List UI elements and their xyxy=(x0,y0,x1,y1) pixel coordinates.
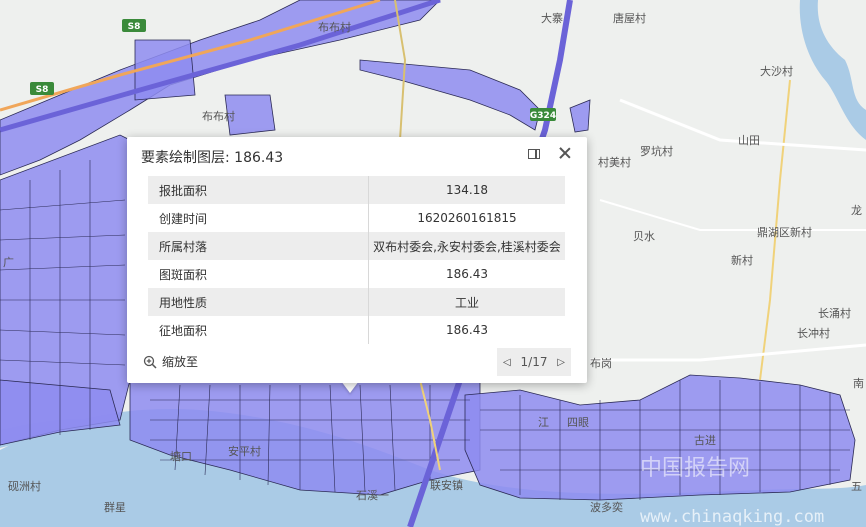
pager-text: 1/17 xyxy=(520,355,548,369)
table-row: 创建时间 1620260161815 xyxy=(148,204,565,232)
attr-key: 征地面积 xyxy=(148,316,369,344)
svg-text:布布村: 布布村 xyxy=(318,20,351,34)
svg-text:S8: S8 xyxy=(128,22,141,32)
attribute-table: 报批面积 134.18 创建时间 1620260161815 所属村落 双布村委会,永… xyxy=(148,176,565,344)
table-row: 所属村落 双布村委会,永安村委会,桂溪村委会 xyxy=(148,232,565,260)
attr-value: 1620260161815 xyxy=(417,211,517,225)
feature-pager: ◁ 1/17 ▷ xyxy=(497,348,571,376)
svg-text:群星: 群星 xyxy=(104,500,126,514)
svg-text:鼎湖区新村: 鼎湖区新村 xyxy=(757,225,812,239)
svg-text:南: 南 xyxy=(853,377,864,390)
svg-text:砚洲村: 砚洲村 xyxy=(8,479,41,493)
table-row: 图斑面积 186.43 xyxy=(148,260,565,288)
table-row: 征地面积 186.43 xyxy=(148,316,565,344)
svg-text:S8: S8 xyxy=(36,85,49,95)
attr-key: 报批面积 xyxy=(148,176,369,204)
svg-text:安平村: 安平村 xyxy=(228,444,261,458)
svg-text:龙: 龙 xyxy=(851,204,862,217)
attr-value: 双布村委会,永安村委会,桂溪村委会 xyxy=(368,232,565,260)
road-shield-g324: G324 xyxy=(530,108,556,121)
svg-text:山田: 山田 xyxy=(738,134,760,147)
maximize-icon[interactable] xyxy=(528,149,540,159)
watermark: 中国报告网 xyxy=(640,456,750,481)
svg-text:G324: G324 xyxy=(530,111,556,121)
zoom-in-icon xyxy=(143,355,157,369)
attr-key: 图斑面积 xyxy=(148,260,369,288)
attr-key: 创建时间 xyxy=(148,204,369,232)
svg-text:五: 五 xyxy=(851,480,862,493)
road-shield-s8-top: S8 xyxy=(122,19,146,32)
zoom-to-label: 缩放至 xyxy=(162,355,199,369)
svg-text:罗坑村: 罗坑村 xyxy=(640,144,673,158)
svg-text:唐屋村: 唐屋村 xyxy=(613,11,646,25)
next-feature-icon[interactable]: ▷ xyxy=(557,357,565,368)
road-shield-s8-left: S8 xyxy=(30,82,54,95)
attr-value: 186.43 xyxy=(446,267,488,281)
svg-text:大寨: 大寨 xyxy=(541,11,563,25)
attr-value: 工业 xyxy=(368,288,565,316)
svg-text:江: 江 xyxy=(538,416,549,429)
prev-feature-icon[interactable]: ◁ xyxy=(503,357,511,368)
svg-text:长冲村: 长冲村 xyxy=(797,326,830,340)
svg-text:石溪一: 石溪一 xyxy=(356,489,389,502)
svg-text:村美村: 村美村 xyxy=(598,155,631,169)
svg-text:新村: 新村 xyxy=(731,253,753,267)
svg-text:大沙村: 大沙村 xyxy=(760,64,793,78)
popup-title: 要素绘制图层: 186.43 xyxy=(141,150,284,166)
svg-text:古进: 古进 xyxy=(694,434,716,447)
svg-text:四眼: 四眼 xyxy=(567,416,589,429)
attr-value: 186.43 xyxy=(446,323,488,337)
svg-text:塘口: 塘口 xyxy=(170,449,192,463)
attr-key: 用地性质 xyxy=(148,288,369,316)
close-icon[interactable] xyxy=(557,145,573,161)
table-row: 用地性质 工业 xyxy=(148,288,565,316)
watermark-url: www.chinaqking.com xyxy=(640,507,824,527)
svg-text:长涌村: 长涌村 xyxy=(818,306,851,320)
river-upper xyxy=(799,0,866,140)
zoom-to-button[interactable]: 缩放至 xyxy=(143,353,198,370)
attr-key: 所属村落 xyxy=(148,232,369,260)
svg-text:联安镇: 联安镇 xyxy=(430,478,463,492)
attr-value: 134.18 xyxy=(368,176,565,204)
svg-text:波多奕: 波多奕 xyxy=(590,500,623,514)
table-row: 报批面积 134.18 xyxy=(148,176,565,204)
svg-text:贝水: 贝水 xyxy=(633,230,655,243)
feature-popup: 要素绘制图层: 186.43 报批面积 134.18 创建时间 1620260161… xyxy=(127,137,587,383)
svg-text:广: 广 xyxy=(3,256,14,269)
svg-text:布布村: 布布村 xyxy=(202,109,235,123)
svg-text:布岗: 布岗 xyxy=(590,357,612,370)
